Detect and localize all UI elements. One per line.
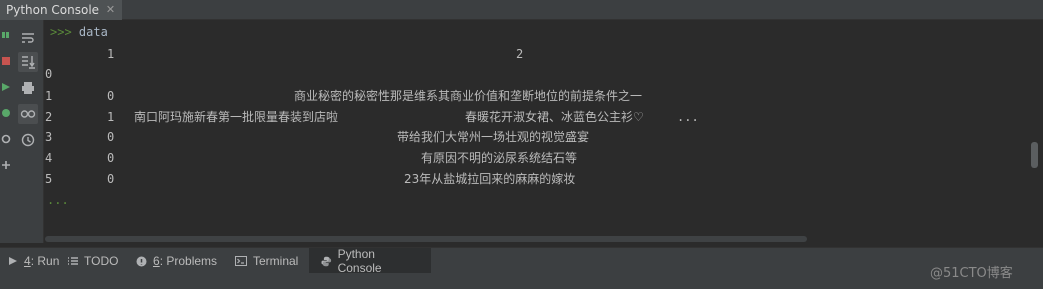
console-toolbar	[12, 20, 44, 243]
vertical-scrollbar[interactable]	[1031, 142, 1038, 168]
row-text: 有原因不明的泌尿系统结石等	[421, 151, 578, 165]
tab-terminal[interactable]: Terminal	[229, 248, 304, 274]
row-text: 带给我们大常州一场壮观的视觉盛宴	[397, 130, 590, 144]
row-col1: 1	[107, 110, 115, 124]
tab-run-label: : Run	[30, 254, 60, 268]
row-ellipsis: ...	[677, 110, 699, 124]
scroll-to-end-icon	[22, 56, 35, 69]
tab-problems[interactable]: 6: Problems	[130, 248, 223, 274]
row-index: 4	[45, 151, 53, 165]
tool-window-bar: 4: Run TODO 6: Problems Terminal Python …	[0, 247, 1043, 275]
history-icon	[21, 133, 35, 147]
horizontal-scrollbar[interactable]	[45, 236, 807, 242]
row-col1: 0	[107, 89, 115, 103]
console-output[interactable]: >>> data 1 2 0 1 0 商业秘密的秘密性那是维系其商业价值和垄断地…	[45, 20, 1043, 243]
rerun-icon[interactable]	[1, 30, 11, 40]
input-line: >>> data	[50, 24, 108, 40]
scroll-to-end-button[interactable]	[18, 52, 38, 72]
soft-wrap-button[interactable]	[18, 28, 38, 48]
row-col1: 0	[107, 130, 115, 144]
tab-python-console[interactable]: Python Console ✕	[0, 0, 122, 20]
settings-icon[interactable]	[1, 134, 11, 144]
row-index: 5	[45, 172, 53, 186]
close-icon[interactable]: ✕	[104, 3, 117, 16]
history-button[interactable]	[18, 130, 38, 150]
show-variables-button[interactable]	[18, 104, 38, 124]
watermark: @51CTO博客	[930, 266, 1013, 281]
tab-terminal-label: Terminal	[253, 254, 299, 268]
tab-problems-label: : Problems	[159, 254, 218, 268]
tab-problems-key: 6	[153, 254, 160, 268]
todo-list-icon	[68, 257, 78, 265]
status-bar	[0, 273, 1043, 289]
editor-tab-bar: Python Console ✕	[0, 0, 1043, 20]
tab-todo[interactable]: TODO	[61, 248, 124, 274]
tab-python-console-label: Python Console	[337, 247, 382, 275]
row-index: 2	[45, 110, 53, 124]
stop-icon[interactable]	[1, 56, 11, 66]
row-col1: 0	[107, 151, 115, 165]
run-controls-strip	[0, 20, 12, 243]
add-icon[interactable]	[1, 160, 11, 170]
row-index: 3	[45, 130, 53, 144]
row-text: 春暖花开淑女裙、冰蓝色公主衫♡	[465, 110, 644, 124]
prompt: >>>	[50, 25, 72, 39]
command-text: data	[78, 25, 108, 39]
print-icon	[22, 82, 34, 94]
row-text: 商业秘密的秘密性那是维系其商业价值和垄断地位的前提条件之一	[294, 89, 643, 103]
run-icon[interactable]	[1, 82, 11, 92]
tab-python-console-bottom[interactable]: Python Console	[309, 247, 431, 275]
tab-title: Python Console	[6, 3, 100, 17]
terminal-icon	[235, 256, 247, 266]
info-icon	[136, 256, 147, 266]
tab-todo-label: TODO	[84, 254, 119, 268]
continuation-prompt: ...	[47, 193, 69, 207]
row-text: 南口阿玛施新春第一批限量春装到店啦	[134, 110, 339, 124]
soft-wrap-icon	[22, 33, 34, 43]
index-header: 0	[45, 67, 53, 81]
debug-icon[interactable]	[1, 108, 11, 118]
tab-run-key: 4	[24, 254, 31, 268]
row-text: 23年从盐城拉回来的麻麻的嫁妆	[404, 172, 576, 186]
print-button[interactable]	[18, 78, 38, 98]
tab-run[interactable]: 4: Run	[2, 248, 65, 274]
python-icon	[321, 256, 332, 266]
row-index: 1	[45, 89, 53, 103]
row-col1: 0	[107, 172, 115, 186]
column-header-2: 2	[516, 47, 524, 61]
column-header-1: 1	[107, 47, 115, 61]
run-icon	[9, 257, 17, 265]
show-variables-icon	[20, 110, 36, 118]
